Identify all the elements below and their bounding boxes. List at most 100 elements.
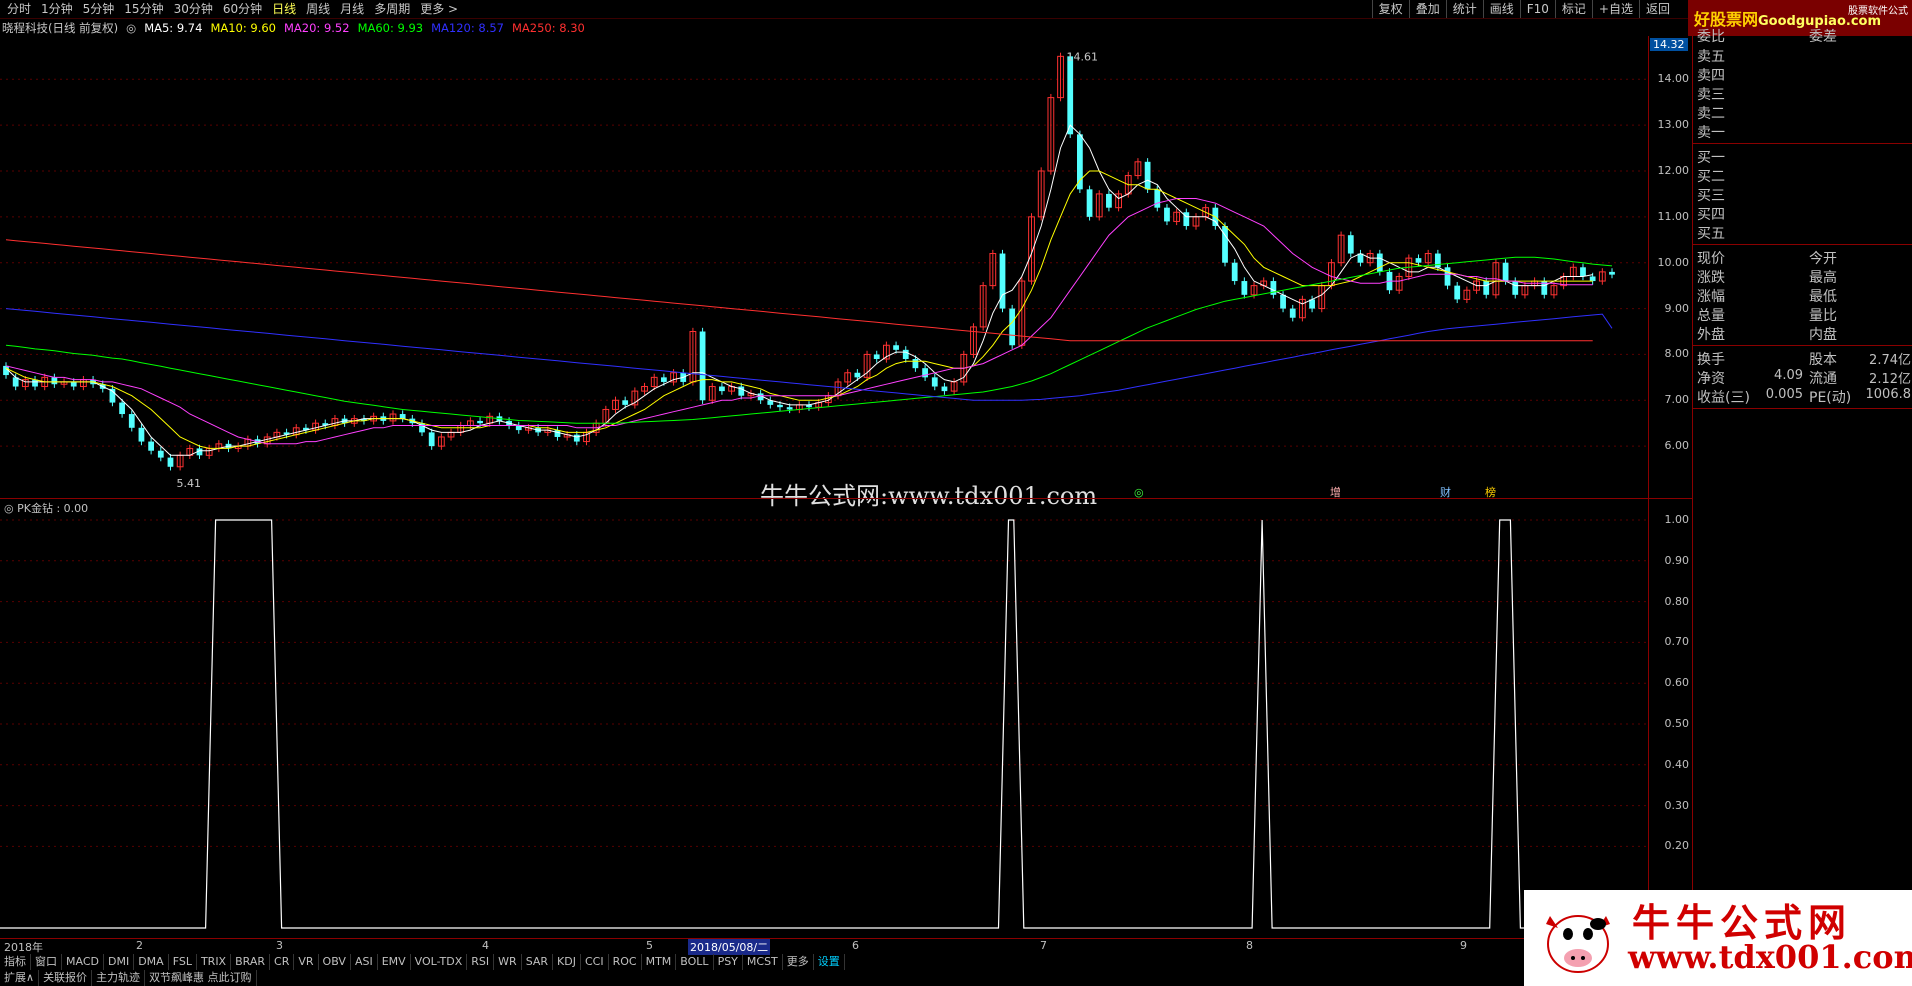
indicator-tab-0[interactable]: 指标 [0,954,31,970]
toolbar-button-7[interactable]: 返回 [1638,0,1676,18]
toolbar-button-5[interactable]: 标记 [1554,0,1592,18]
indicator-tab-19[interactable]: ROC [609,954,642,970]
stock-title[interactable]: 晓程科技(日线 前复权) [2,20,118,36]
stat-label: 收益(三) [1697,390,1750,406]
indicator-tab-6[interactable]: TRIX [197,954,232,970]
candle [477,420,483,424]
toolbar-button-1[interactable]: 叠加 [1408,0,1446,18]
date-tick: 5 [646,939,653,952]
order-diff-label: 委差 [1809,29,1837,45]
bottom-tab-3[interactable]: 双节飙峰惠 点此订购 [145,970,257,986]
period-tab-1[interactable]: 1分钟 [36,0,78,18]
event-mark-2[interactable]: 榜 [1485,485,1496,498]
period-tab-7[interactable]: 周线 [301,0,335,18]
period-tab-6[interactable]: 日线 [267,0,301,18]
candle [1077,134,1083,190]
indicator-tab-1[interactable]: 窗口 [31,954,62,970]
sub-axis-label: 0.30 [1664,798,1690,812]
stat-value: 1006.8 [1865,387,1912,402]
indicator-tab-25[interactable]: 设置 [814,954,845,970]
quote-field-label: 最高 [1809,270,1837,286]
date-tick: 3 [276,939,283,952]
sub-axis-label: 1.00 [1664,513,1690,526]
period-tab-8[interactable]: 月线 [335,0,369,18]
indicator-tab-8[interactable]: CR [270,954,295,970]
event-mark-1[interactable]: 财 [1440,485,1451,498]
ma-line-ma250 [5,239,1593,342]
indicator-tab-11[interactable]: ASI [351,954,378,970]
toolbar-button-0[interactable]: 复权 [1371,0,1409,18]
stat-value: 4.09 [1774,368,1803,383]
toolbar-button-2[interactable]: 统计 [1445,0,1483,18]
indicator-tab-21[interactable]: BOLL [676,954,714,970]
quote-field-label: 内盘 [1809,327,1837,343]
ma-legend-1: MA10: 9.60 [210,21,276,35]
high-price-label: 14.61 [1067,50,1099,63]
price-axis-label: 10.00 [1657,255,1690,269]
period-tab-10[interactable]: 更多 > [415,0,463,18]
indicator-tab-23[interactable]: MCST [743,954,783,970]
indicator-tab-22[interactable]: PSY [714,954,743,970]
candle [573,434,580,442]
indicator-tab-10[interactable]: OBV [319,954,351,970]
indicator-tab-13[interactable]: VOL-TDX [411,954,468,970]
indicator-tab-17[interactable]: KDJ [553,954,581,970]
candle [554,430,561,437]
indicator-tab-3[interactable]: DMI [104,954,135,970]
candle [119,402,125,415]
sub-settings-icon[interactable]: ◎ [4,502,17,515]
price-axis-label: 6.00 [1664,439,1690,453]
bottom-tab-1[interactable]: 关联报价 [39,970,93,986]
stat-label: 换手 [1697,352,1725,368]
indicator-tab-7[interactable]: BRAR [231,954,271,970]
candle [32,379,38,387]
event-mark-3[interactable]: ◎ [1134,486,1144,498]
toolbar-button-6[interactable]: +自选 [1591,0,1639,18]
candle [1086,189,1093,217]
indicator-tab-20[interactable]: MTM [642,954,677,970]
indicator-tab-2[interactable]: MACD [62,954,104,970]
toolbar-button-3[interactable]: 画线 [1482,0,1520,18]
indicator-tab-16[interactable]: SAR [522,954,554,970]
pk-indicator-chart[interactable] [0,516,1648,938]
indicator-tab-15[interactable]: WR [494,954,522,970]
price-axis-label: 12.00 [1657,163,1690,177]
indicator-tab-24[interactable]: 更多 [783,954,814,970]
candle [148,441,155,451]
ma-legend: 晓程科技(日线 前复权) ◎ MA5: 9.74 MA10: 9.60 MA20: … [2,20,585,36]
period-tab-4[interactable]: 30分钟 [169,0,218,18]
price-axis-label: 7.00 [1664,393,1690,407]
buy-level-label: 买一 [1697,150,1725,166]
kline-chart[interactable]: 14.61 5.41 增 财 榜 ◎ [0,36,1648,498]
period-tab-5[interactable]: 60分钟 [218,0,267,18]
bottom-tab-2[interactable]: 主力轨迹 [92,970,146,986]
period-tab-0[interactable]: 分时 [2,0,36,18]
candle [1280,294,1286,309]
buy-level-label: 买四 [1697,207,1725,223]
period-tab-2[interactable]: 5分钟 [78,0,120,18]
toolbar-button-4[interactable]: F10 [1519,0,1555,18]
indicator-tab-12[interactable]: EMV [378,954,411,970]
period-tab-3[interactable]: 15分钟 [119,0,168,18]
bottom-bar: 扩展∧ 关联报价 主力轨迹 双节飙峰惠 点此订购 [0,970,257,986]
event-mark-0[interactable]: 增 [1330,485,1341,498]
bottom-tab-0[interactable]: 扩展∧ [0,970,40,986]
candle [138,427,145,442]
candle [157,450,164,458]
watermark-banner: 牛牛公式网 www.tdx001.com [1524,890,1912,986]
settings-icon[interactable]: ◎ [126,20,136,36]
low-price-label: 5.41 [176,477,201,490]
sub-title-text: PK金钻 : 0.00 [17,502,89,515]
candle [873,354,880,360]
quote-field-label: 总量 [1697,308,1725,324]
indicator-tab-14[interactable]: RSI [467,954,495,970]
indicator-tab-18[interactable]: CCI [581,954,609,970]
indicator-tab-9[interactable]: VR [294,954,319,970]
indicator-tab-5[interactable]: FSL [169,954,197,970]
candle [1454,285,1461,300]
indicator-tab-4[interactable]: DMA [134,954,169,970]
sell-level-label: 卖一 [1697,125,1725,141]
period-tab-9[interactable]: 多周期 [369,0,415,18]
price-axis-label: 9.00 [1664,301,1690,315]
sell-level-label: 卖四 [1697,68,1725,84]
